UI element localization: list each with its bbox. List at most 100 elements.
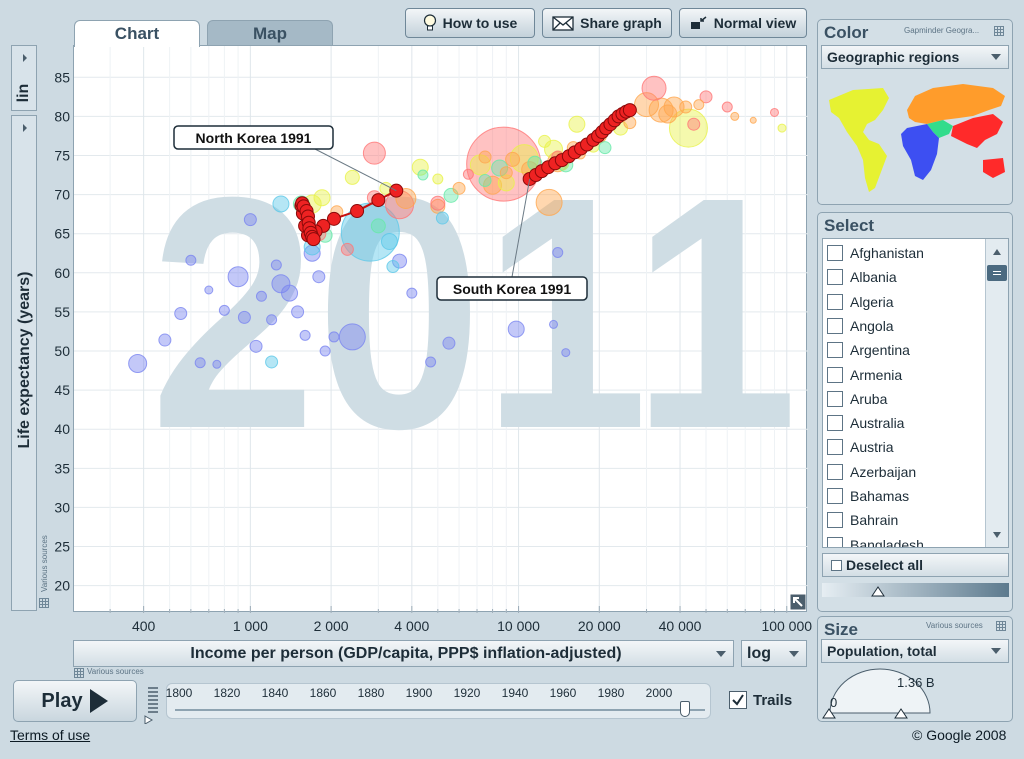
country-bubble — [370, 218, 386, 234]
trails-toggle[interactable]: Trails — [729, 689, 792, 711]
y-tick-label: 50 — [54, 343, 70, 359]
country-bubble — [380, 233, 398, 251]
checkbox-icon[interactable] — [827, 415, 843, 432]
opacity-slider[interactable] — [822, 583, 1009, 597]
country-list-scrollbar[interactable] — [985, 239, 1008, 547]
tab-map[interactable]: Map — [207, 20, 333, 46]
gauge-max-label: 1.36 B — [897, 675, 935, 690]
map-region-americas[interactable] — [829, 88, 889, 192]
gauge-min-handle[interactable] — [822, 708, 836, 719]
checkbox-icon[interactable] — [827, 390, 843, 407]
plot-area[interactable]: 2011 North Korea 1991 South Korea 1991 — [73, 45, 808, 613]
country-bubble — [499, 166, 513, 180]
y-tick-label: 70 — [54, 187, 70, 203]
country-bubble — [552, 246, 564, 258]
country-item[interactable]: Angola — [827, 314, 894, 338]
country-bubble — [687, 117, 701, 131]
slider-thumb-icon[interactable] — [871, 586, 885, 597]
checkbox-icon[interactable] — [827, 293, 843, 310]
country-item[interactable]: Austria — [827, 435, 894, 459]
checkbox-icon[interactable] — [827, 366, 843, 383]
x-indicator-dropdown[interactable]: Income per person (GDP/capita, PPP$ infl… — [73, 640, 734, 667]
checkbox-icon[interactable] — [827, 245, 843, 261]
checkbox-icon[interactable] — [827, 512, 843, 529]
checkbox-icon[interactable] — [827, 536, 843, 547]
expand-corner-icon[interactable] — [790, 594, 806, 610]
checkbox-icon[interactable] — [827, 439, 843, 456]
country-item[interactable]: Aruba — [827, 387, 887, 411]
country-bubble — [721, 101, 733, 113]
checkbox-icon[interactable] — [827, 488, 843, 504]
country-name: Aruba — [850, 390, 888, 407]
chevron-up-icon[interactable] — [992, 248, 1002, 256]
x-tick-label: 400 — [131, 618, 156, 634]
how-to-use-button[interactable]: How to use — [405, 8, 535, 38]
color-panel: Color Gapminder Geogra... Geographic reg… — [817, 19, 1013, 205]
country-bubble — [281, 284, 299, 302]
country-bubble — [174, 306, 188, 320]
checkbox-checked-icon[interactable] — [729, 691, 747, 709]
scrollbar-thumb[interactable] — [987, 265, 1007, 281]
deselect-all-button[interactable]: Deselect all — [822, 553, 1009, 577]
trail-point — [622, 103, 637, 118]
checkbox-icon[interactable] — [827, 342, 843, 359]
country-item[interactable]: Armenia — [827, 363, 902, 387]
grid-icon[interactable] — [996, 621, 1006, 631]
country-bubble — [505, 151, 521, 167]
country-list[interactable]: Afghanistan Albania Algeria Angola Argentina… — [822, 238, 1009, 548]
color-provider: Gapminder Geogra... — [904, 26, 980, 35]
country-item[interactable]: Azerbaijan — [827, 460, 916, 484]
country-bubble — [265, 355, 279, 369]
trail-point — [371, 193, 386, 208]
country-name: Azerbaijan — [850, 463, 917, 480]
country-bubble — [769, 107, 779, 117]
share-graph-button[interactable]: Share graph — [542, 8, 672, 38]
y-tick-label: 65 — [54, 226, 70, 242]
region-world-map[interactable] — [823, 74, 1009, 194]
checkbox-icon[interactable] — [827, 269, 843, 286]
grid-icon[interactable] — [994, 26, 1004, 36]
map-region-east-asia-pacific[interactable] — [951, 114, 1005, 178]
timeline-thumb[interactable] — [680, 701, 691, 717]
country-item[interactable]: Argentina — [827, 338, 910, 362]
country-item[interactable]: Afghanistan — [827, 241, 924, 265]
country-bubble — [561, 348, 571, 358]
gauge-max-handle[interactable] — [894, 708, 908, 719]
country-item[interactable]: Bangladesh — [827, 533, 924, 547]
play-label: Play — [41, 689, 83, 712]
speed-slider[interactable] — [144, 684, 160, 724]
timeline-slider[interactable]: 1800 1820 1840 1860 1880 1900 1920 1940 1960 1980… — [166, 683, 711, 719]
grid-icon[interactable] — [74, 668, 84, 678]
country-label: South Korea 1991 — [453, 281, 571, 297]
country-bubble — [417, 169, 429, 181]
checkbox-icon[interactable] — [827, 463, 843, 480]
country-bubble — [212, 359, 222, 369]
terms-link[interactable]: Terms of use — [10, 727, 90, 743]
x-axis-title: Income per person (GDP/capita, PPP$ infl… — [190, 644, 622, 662]
country-item[interactable]: Algeria — [827, 290, 894, 314]
x-scale-dropdown[interactable]: log — [741, 640, 807, 667]
country-item[interactable]: Australia — [827, 411, 904, 435]
size-panel: Size Various sources Population, total 0… — [817, 616, 1013, 722]
country-bubble — [237, 310, 251, 324]
country-item[interactable]: Albania — [827, 265, 897, 289]
map-region-africa[interactable] — [901, 124, 939, 180]
x-tick-label: 4 000 — [394, 618, 430, 634]
country-bubble — [478, 174, 492, 188]
color-indicator-dropdown[interactable]: Geographic regions — [821, 45, 1009, 69]
normal-view-button[interactable]: Normal view — [679, 8, 807, 38]
country-bubble — [478, 150, 492, 164]
size-indicator-dropdown[interactable]: Population, total — [821, 639, 1009, 663]
country-bubble — [255, 290, 267, 302]
play-button[interactable]: Play — [13, 680, 137, 722]
country-bubble — [204, 285, 214, 295]
timeline-year-label: 1800 — [165, 686, 193, 700]
checkbox-icon[interactable] — [827, 317, 843, 334]
bubble-chart[interactable]: 2011 North Korea 1991South Korea 1991 — [74, 46, 808, 613]
country-bubble — [641, 75, 667, 101]
country-item[interactable]: Bahrain — [827, 508, 898, 532]
tab-chart[interactable]: Chart — [74, 20, 200, 47]
y-axis-title: Life expectancy (years) — [16, 271, 33, 449]
country-item[interactable]: Bahamas — [827, 484, 909, 508]
chevron-down-icon[interactable] — [992, 531, 1002, 539]
